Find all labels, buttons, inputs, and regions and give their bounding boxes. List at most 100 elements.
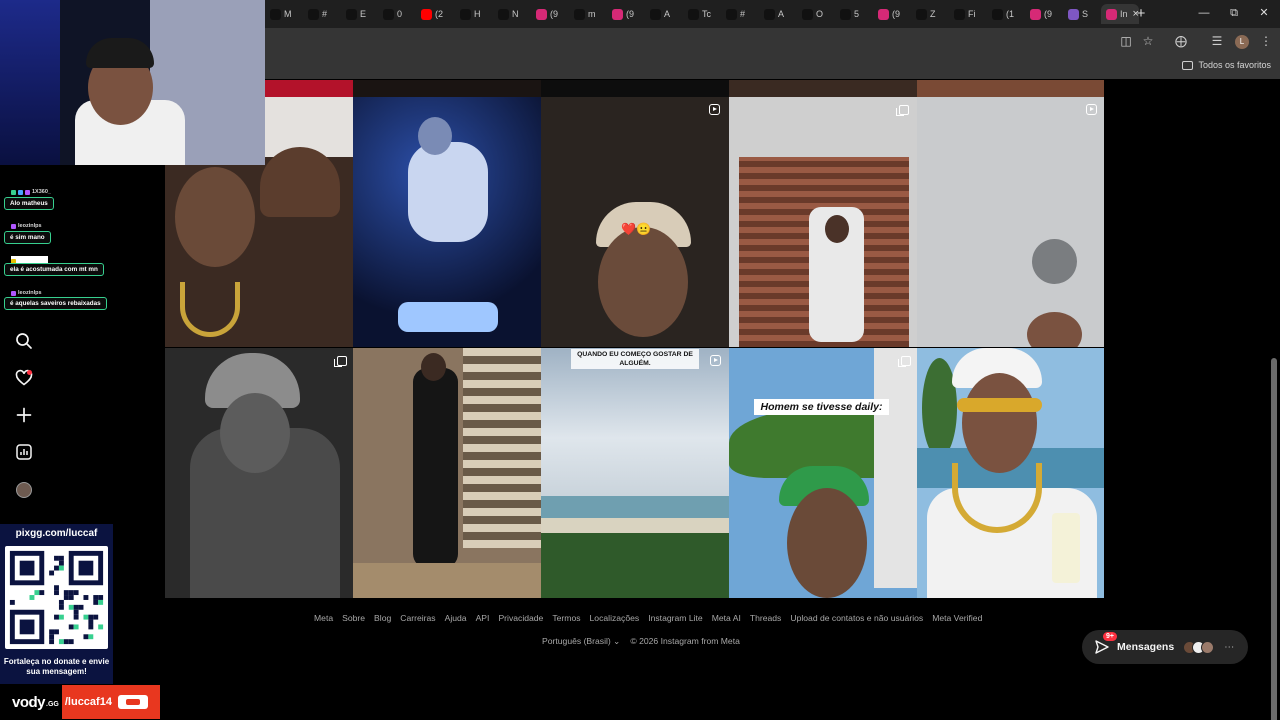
hand-heart [260, 147, 340, 217]
footer-link[interactable]: Blog [374, 613, 391, 623]
messenger-icon: 9+ [1094, 632, 1117, 655]
tab-label: (9 [1044, 9, 1053, 19]
more-icon: ⋯ [1224, 641, 1235, 653]
browser-tab[interactable]: M [265, 4, 299, 24]
footer-links: Meta Sobre Blog Carreiras Ajuda API Privacidad… [314, 613, 982, 623]
browser-menu-icon[interactable]: ⋮ [1258, 34, 1274, 50]
vody-gg: .GG [46, 700, 59, 708]
restore-button[interactable]: ⧉ [1219, 4, 1249, 24]
vody-logo: vody [12, 693, 46, 711]
browser-tab[interactable]: H [455, 4, 489, 24]
post-bw-cap[interactable] [165, 348, 353, 598]
tab-label: # [740, 9, 746, 19]
tiktok-icon [308, 8, 319, 20]
tiktok-icon [574, 8, 585, 20]
browser-tab[interactable]: (1 [987, 4, 1021, 24]
language-selector[interactable]: Português (Brasil) ⌄ [542, 636, 620, 647]
feather-icon [1068, 8, 1079, 20]
browser-tab[interactable]: m [569, 4, 603, 24]
post-caption: Homem se tivesse daily: [754, 399, 889, 415]
browser-tab[interactable]: S [1063, 4, 1097, 24]
tab-label: A [778, 9, 785, 19]
post-mirror-shop[interactable] [729, 97, 917, 347]
webcam-overlay [0, 0, 265, 165]
partial-post-strip [265, 80, 353, 97]
extensions-icon[interactable]: ⨁ [1173, 34, 1189, 50]
reel-icon [709, 104, 720, 115]
browser-tab[interactable]: A [759, 4, 793, 24]
tab-label: Fi [968, 9, 976, 19]
chat-username-text: 1X360_ [32, 189, 51, 195]
footer-link[interactable]: Meta AI [712, 613, 741, 623]
browser-tab[interactable]: N [493, 4, 527, 24]
bookmark-star-icon[interactable]: ☆ [1140, 34, 1156, 50]
chat-username: leozinlps [11, 223, 42, 229]
browser-tab[interactable]: (9 [607, 4, 641, 24]
footer-link[interactable]: Privacidade [498, 613, 543, 623]
post-wall-closeup[interactable] [917, 97, 1104, 347]
browser-tab[interactable]: Z [911, 4, 945, 24]
multi-post-icon [898, 356, 911, 367]
post-selfie-cap[interactable]: ❤️😐 [541, 97, 729, 347]
palm-tree [922, 358, 957, 458]
close-window-button[interactable]: ✕ [1249, 4, 1279, 24]
minimize-button[interactable]: — [1189, 4, 1219, 24]
browser-tab[interactable]: (9 [531, 4, 565, 24]
page-scrollbar[interactable] [1268, 80, 1280, 720]
footer-link[interactable]: Termos [552, 613, 580, 623]
post-caption: QUANDO EU COMEÇO GOSTAR DE ALGUÉM. [571, 349, 699, 369]
tiktok-icon [498, 8, 509, 20]
footer-link[interactable]: Meta [314, 613, 333, 623]
footer-link[interactable]: API [476, 613, 490, 623]
scrollbar-thumb[interactable] [1271, 358, 1277, 720]
gold-sunglasses [957, 398, 1042, 412]
post-gold-chain-drink[interactable] [917, 348, 1104, 598]
all-bookmarks-folder[interactable]: Todos os favoritos [1182, 60, 1271, 70]
browser-tab[interactable]: Fi [949, 4, 983, 24]
browser-tab[interactable]: 5 [835, 4, 869, 24]
clouds [541, 348, 729, 498]
browser-tab[interactable]: # [721, 4, 755, 24]
donate-url: pixgg.com/luccaf [15, 528, 98, 539]
browser-tab[interactable]: (9 [1025, 4, 1059, 24]
dashboard-icon[interactable] [15, 443, 33, 461]
post-sneaker-store[interactable] [353, 348, 541, 598]
footer-link[interactable]: Threads [750, 613, 782, 623]
person-figure [413, 368, 458, 568]
browser-tab[interactable]: O [797, 4, 831, 24]
install-app-icon[interactable]: ◫ [1118, 34, 1134, 50]
browser-tab[interactable]: 0 [378, 4, 412, 24]
new-tab-button[interactable]: + [1131, 4, 1151, 24]
post-beach-sky[interactable]: QUANDO EU COMEÇO GOSTAR DE ALGUÉM. [541, 348, 729, 598]
tab-label: Z [930, 9, 936, 19]
browser-tab[interactable]: (9 [873, 4, 907, 24]
search-icon[interactable] [15, 332, 33, 350]
browser-tab[interactable]: (2 [416, 4, 450, 24]
footer-link[interactable]: Sobre [342, 613, 365, 623]
messages-button[interactable]: 9+ Mensagens ⋯ [1082, 630, 1248, 664]
tab-label: m [588, 9, 596, 19]
profile-avatar[interactable] [16, 482, 32, 498]
chat-username-text: leozinlps [18, 223, 42, 229]
create-icon[interactable] [15, 406, 33, 424]
browser-tab[interactable]: A [645, 4, 679, 24]
profile-avatar[interactable]: L [1235, 35, 1249, 49]
tab-label: 0 [397, 9, 403, 19]
browser-tab[interactable]: Tc [683, 4, 717, 24]
footer-link[interactable]: Ajuda [445, 613, 467, 623]
footer-link[interactable]: Localizações [590, 613, 640, 623]
sneakers [398, 302, 498, 332]
tab-label: M [284, 9, 292, 19]
tab-label: (9 [626, 9, 635, 19]
browser-tab[interactable]: E [341, 4, 375, 24]
browser-tab[interactable]: # [303, 4, 337, 24]
media-controls-icon[interactable]: ☰ [1209, 34, 1225, 50]
footer-link[interactable]: Carreiras [400, 613, 435, 623]
footer-link[interactable]: Instagram Lite [648, 613, 702, 623]
language-label: Português (Brasil) [542, 636, 611, 646]
vody-banner: vody .GG /luccaf14 [0, 685, 160, 719]
post-club-night[interactable] [353, 97, 541, 347]
footer-link[interactable]: Meta Verified [932, 613, 982, 623]
footer-link[interactable]: Upload de contatos e não usuários [790, 613, 923, 623]
post-palm-green-cap[interactable]: Homem se tivesse daily: [729, 348, 917, 598]
